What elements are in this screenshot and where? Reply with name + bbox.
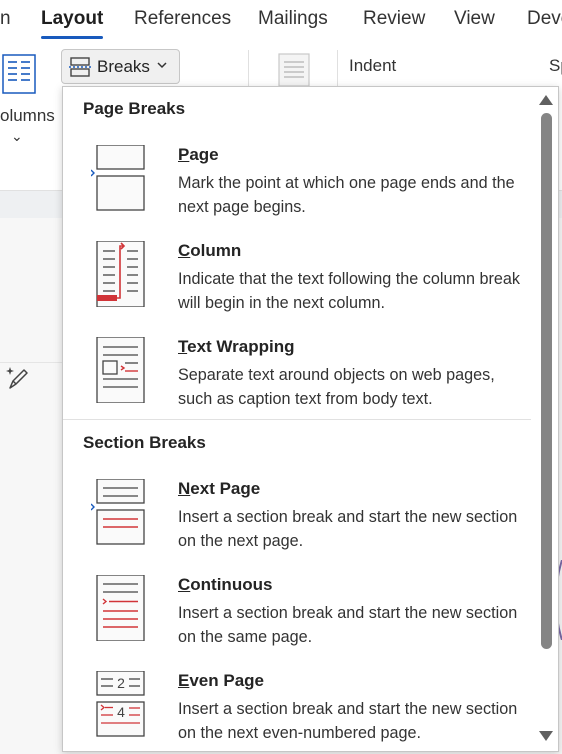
- item-title: Text Wrapping: [178, 337, 295, 356]
- menu-item-column-break[interactable]: Column Indicate that the text following …: [63, 241, 533, 331]
- page-break-icon: [91, 145, 145, 211]
- columns-icon[interactable]: [2, 54, 36, 94]
- line-numbers-icon[interactable]: [276, 52, 312, 88]
- scroll-thumb[interactable]: [541, 113, 552, 649]
- tab-layout[interactable]: Layout: [41, 8, 103, 30]
- item-title: Continuous: [178, 575, 273, 594]
- tab-mailings[interactable]: Mailings: [258, 8, 328, 30]
- ribbon-divider: [337, 50, 338, 90]
- continuous-icon: [96, 575, 145, 641]
- menu-item-text-wrapping[interactable]: Text Wrapping Separate text around objec…: [63, 337, 533, 427]
- scroll-down-arrow-icon[interactable]: [538, 730, 554, 742]
- active-tab-indicator: [41, 36, 103, 39]
- menu-item-next-page[interactable]: Next Page Insert a section break and sta…: [63, 479, 533, 569]
- ribbon-divider: [248, 50, 249, 90]
- indent-group-label: Indent: [349, 56, 397, 75]
- tab-view[interactable]: View: [454, 8, 495, 30]
- menu-item-continuous[interactable]: Continuous Insert a section break and st…: [63, 575, 533, 665]
- chevron-down-icon[interactable]: ⌄: [11, 128, 23, 145]
- breaks-button-label: Breaks: [97, 57, 150, 76]
- even-page-number-top: 2: [117, 675, 125, 691]
- item-description: Mark the point at which one page ends an…: [178, 174, 515, 216]
- item-title: Column: [178, 241, 242, 260]
- tab-references[interactable]: References: [134, 8, 231, 30]
- breaks-button[interactable]: Breaks: [61, 49, 180, 84]
- section-breaks-header: Section Breaks: [83, 433, 206, 452]
- spacing-group-label: Sp: [549, 56, 562, 75]
- item-description: Insert a section break and start the new…: [178, 604, 518, 646]
- sparkle-pen-icon[interactable]: [4, 364, 32, 392]
- item-title: Next Page: [178, 479, 261, 498]
- breaks-dropdown-menu: Page Breaks Page Mark the point at which…: [62, 86, 559, 752]
- breaks-icon: [69, 57, 91, 77]
- item-title: Even Page: [178, 671, 264, 690]
- column-break-icon: [96, 241, 145, 307]
- tab-partial-left[interactable]: n: [0, 8, 11, 30]
- even-page-icon: 2 4: [96, 671, 145, 737]
- item-title: Page: [178, 145, 219, 164]
- columns-button-label[interactable]: olumns: [0, 106, 55, 126]
- item-description: Separate text around objects on web page…: [178, 366, 495, 408]
- even-page-number-bottom: 4: [117, 704, 125, 720]
- document-divider: [0, 362, 62, 363]
- ribbon-tab-bar: n Layout References Mailings Review View…: [0, 0, 562, 42]
- next-page-icon: [91, 479, 145, 545]
- item-description: Insert a section break and start the new…: [178, 508, 518, 550]
- chevron-down-icon: [157, 62, 167, 69]
- menu-item-even-page[interactable]: 2 4 Even Page Insert a section break and…: [63, 671, 533, 751]
- item-description: Insert a section break and start the new…: [178, 700, 518, 742]
- menu-item-page-break[interactable]: Page Mark the point at which one page en…: [63, 145, 533, 235]
- scroll-up-arrow-icon[interactable]: [538, 94, 554, 106]
- item-description: Indicate that the text following the col…: [178, 270, 520, 312]
- menu-scrollbar[interactable]: [533, 87, 558, 751]
- tab-developer[interactable]: Deve: [527, 8, 562, 30]
- page-breaks-header: Page Breaks: [83, 99, 186, 118]
- tab-review[interactable]: Review: [363, 8, 425, 30]
- text-wrapping-icon: [96, 337, 145, 403]
- menu-divider: [63, 419, 531, 420]
